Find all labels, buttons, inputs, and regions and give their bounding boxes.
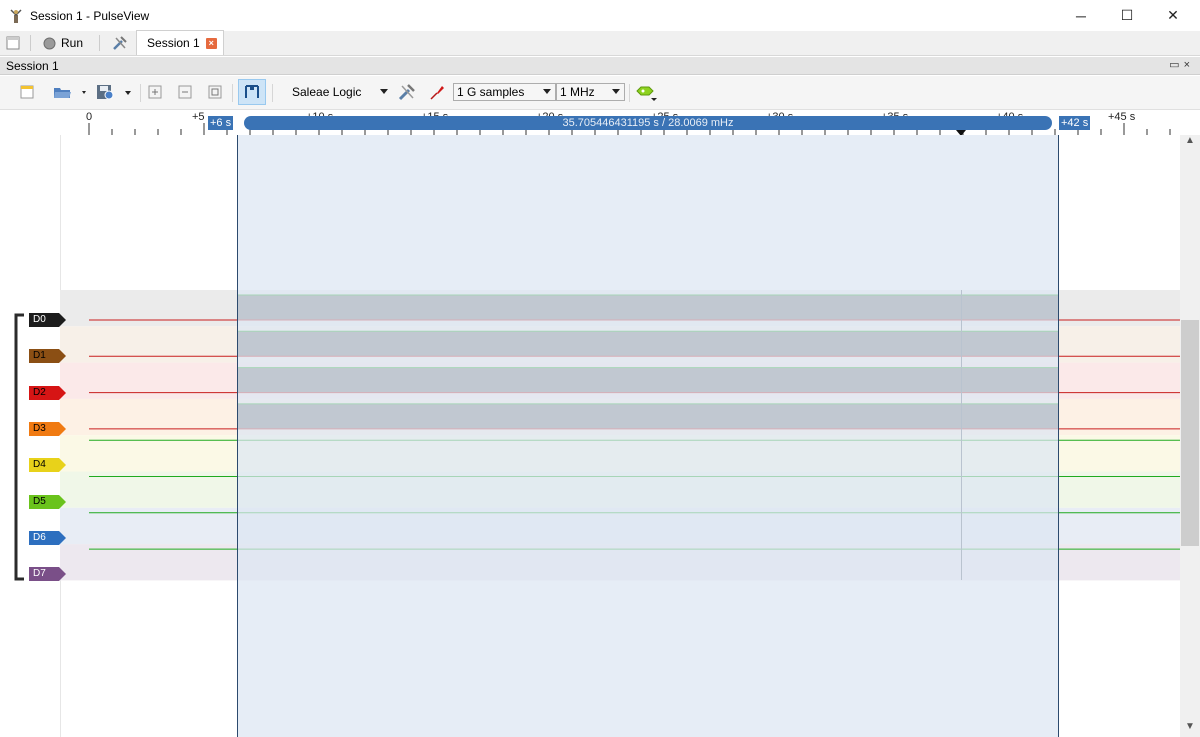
zoom-out-button[interactable] — [176, 81, 194, 103]
open-icon — [54, 88, 86, 98]
tick-label-45: +45 s — [1108, 111, 1136, 123]
close-tab-icon[interactable]: × — [205, 37, 217, 49]
zoom-fit-button[interactable] — [206, 81, 224, 103]
save-icon — [97, 85, 131, 100]
sample-rate-value: 1 MHz — [560, 85, 595, 99]
close-window-button[interactable]: ✕ — [1150, 0, 1196, 31]
tab-session-1[interactable]: Session 1 × — [136, 30, 224, 55]
device-config-button[interactable] — [396, 81, 418, 103]
zoom-in-icon — [148, 85, 162, 99]
tick-label-0: 0 — [86, 111, 93, 123]
channel-gutter — [0, 135, 60, 737]
channel-label-d6[interactable]: D6 — [29, 530, 66, 545]
channel-label-d1[interactable]: D1 — [29, 349, 66, 364]
float-icon[interactable]: ▭ — [1169, 59, 1183, 71]
channel-label-d7[interactable]: D7 — [29, 567, 66, 582]
decoder-icon — [636, 86, 657, 101]
cursor-toggle-button[interactable] — [238, 79, 266, 105]
main-toolbar: Saleae Logic 1 G samples 1 MHz — [0, 76, 1200, 110]
device-dropdown-icon — [380, 89, 388, 94]
run-button[interactable]: Run — [37, 31, 89, 55]
settings-button[interactable] — [106, 31, 134, 55]
sample-count-value: 1 G samples — [457, 85, 525, 99]
channel-label-d4[interactable]: D4 — [29, 458, 66, 473]
sample-rate-arrow-icon — [612, 89, 620, 94]
sample-count-arrow-icon — [543, 89, 551, 94]
run-label: Run — [61, 36, 84, 50]
time-ruler[interactable]: 0 +5 +10 s +15 s +20 s +25 s +30 s +35 s… — [0, 111, 1180, 136]
sample-count-select[interactable]: 1 G samples — [453, 83, 556, 101]
cursor-range-label: 35.705446431195 s / 28.0069 mHz — [562, 117, 734, 129]
session-tab-label: Session 1 — [147, 36, 200, 50]
channel-label-d2[interactable]: D2 — [29, 385, 66, 400]
scroll-thumb[interactable] — [1181, 320, 1199, 546]
sample-rate-select[interactable]: 1 MHz — [556, 83, 625, 101]
maximize-button[interactable]: ☐ — [1104, 0, 1150, 31]
new-session-button[interactable] — [16, 81, 38, 103]
trace-view[interactable]: D0 D1 D2 D3 D4 D5 D6 D7 — [0, 135, 1180, 737]
channel-label-d0[interactable]: D0 — [29, 313, 66, 327]
session-header: Session 1 ▭× — [0, 57, 1200, 75]
channel-label-d5[interactable]: D5 — [29, 494, 66, 509]
probe-icon — [430, 86, 444, 100]
cursor-left-marker[interactable]: +6 s — [208, 116, 234, 130]
title-bar: Session 1 - PulseView ─ ☐ ✕ — [0, 0, 1200, 31]
zoom-fit-icon — [208, 85, 222, 99]
cursor-right-marker[interactable]: +42 s — [1059, 116, 1091, 130]
new-view-button[interactable] — [0, 31, 26, 55]
close-session-icon[interactable]: × — [1184, 59, 1194, 71]
add-decoder-button[interactable] — [634, 81, 660, 103]
cursor-icon — [245, 85, 259, 98]
open-button[interactable] — [52, 81, 88, 103]
tools-icon — [113, 36, 127, 50]
zoom-in-button[interactable] — [146, 81, 164, 103]
new-view-icon — [6, 36, 20, 50]
tab-bar: Run Session 1 × — [0, 30, 1200, 56]
window-title: Session 1 - PulseView — [30, 8, 150, 23]
run-icon — [43, 37, 56, 49]
trace-canvas — [0, 135, 1180, 737]
scroll-down-icon[interactable]: ▼ — [1180, 721, 1200, 735]
save-button[interactable] — [94, 81, 134, 103]
cursor-selection-area — [237, 135, 1058, 737]
device-label: Saleae Logic — [292, 85, 362, 99]
device-selector[interactable]: Saleae Logic — [286, 81, 392, 103]
minimize-button[interactable]: ─ — [1058, 0, 1104, 31]
channel-label-d3[interactable]: D3 — [29, 421, 66, 436]
vertical-scrollbar[interactable]: ▲ ▼ — [1180, 135, 1200, 737]
zoom-out-icon — [178, 85, 192, 99]
probe-button[interactable] — [426, 81, 448, 103]
session-title: Session 1 — [6, 58, 59, 73]
cursor-range-bar[interactable]: 35.705446431195 s / 28.0069 mHz — [244, 116, 1052, 130]
new-session-icon — [20, 85, 34, 99]
tick-label-5: +5 — [192, 111, 205, 123]
pulseview-app-icon — [10, 8, 22, 23]
device-config-icon — [398, 84, 415, 101]
scroll-up-icon[interactable]: ▲ — [1180, 135, 1200, 149]
